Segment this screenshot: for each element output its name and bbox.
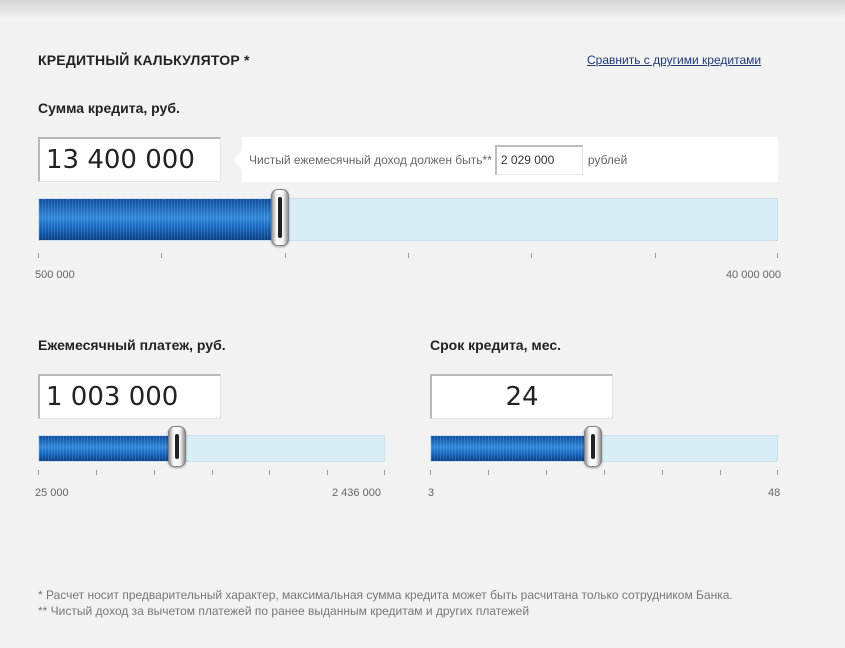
- compare-credits-link[interactable]: Сравнить с другими кредитами: [587, 53, 761, 67]
- loan-term-slider-fill: [431, 436, 593, 461]
- scale-tick: [654, 253, 656, 258]
- loan-amount-input[interactable]: 13 400 000: [38, 137, 221, 182]
- scale-tick: [777, 470, 778, 475]
- scale-tick: [269, 470, 271, 475]
- monthly-payment-max-label: 2 436 000: [332, 487, 381, 499]
- income-unit-label: рублей: [587, 152, 628, 167]
- monthly-payment-ticks: [38, 470, 385, 476]
- loan-term-slider-handle[interactable]: [583, 426, 602, 467]
- loan-amount-slider-fill: [39, 199, 281, 240]
- scale-tick: [408, 253, 409, 258]
- scale-tick: [487, 470, 489, 475]
- scale-tick: [95, 470, 97, 475]
- scale-tick: [284, 253, 286, 258]
- scale-tick: [211, 470, 213, 475]
- scale-tick: [153, 470, 155, 475]
- scale-tick: [430, 470, 431, 475]
- loan-amount-slider-handle[interactable]: [271, 189, 290, 246]
- income-hint-text: Чистый ежемесячный доход должен быть**: [249, 152, 492, 167]
- scale-tick: [545, 470, 547, 475]
- scale-tick: [384, 470, 385, 475]
- scale-tick: [720, 470, 721, 475]
- loan-term-max-label: 48: [768, 487, 781, 499]
- loan-term-slider-track[interactable]: [430, 426, 778, 467]
- monthly-payment-slider-handle[interactable]: [168, 426, 186, 467]
- top-shadow: [0, 0, 845, 18]
- monthly-payment-min-label: 25 000: [35, 487, 69, 499]
- loan-amount-min-label: 500 000: [35, 269, 75, 281]
- loan-amount-ticks: [38, 253, 778, 259]
- loan-term-input[interactable]: 24: [430, 374, 613, 419]
- loan-term-min-label: 3: [428, 487, 435, 499]
- scale-tick: [604, 470, 605, 475]
- loan-amount-label: Сумма кредита, руб.: [38, 100, 180, 116]
- scale-tick: [38, 470, 39, 475]
- monthly-payment-label: Ежемесячный платеж, руб.: [38, 337, 226, 353]
- loan-term-label: Срок кредита, мес.: [430, 337, 562, 353]
- scale-tick: [327, 470, 329, 475]
- monthly-payment-slider-fill: [39, 436, 177, 461]
- monthly-payment-input[interactable]: 1 003 000: [38, 374, 221, 419]
- scale-tick: [531, 253, 533, 258]
- scale-tick: [777, 253, 778, 258]
- scale-tick: [661, 470, 663, 475]
- scale-tick: [161, 253, 163, 258]
- monthly-payment-slider-track[interactable]: [38, 426, 385, 467]
- loan-amount-slider-track[interactable]: [38, 189, 778, 246]
- footnote-preliminary: * Расчет носит предварительный характер,…: [38, 588, 733, 602]
- footnote-net-income: ** Чистый доход за вычетом платежей по р…: [38, 604, 530, 618]
- required-income-field[interactable]: 2 029 000: [494, 144, 583, 175]
- income-hint-panel: Чистый ежемесячный доход должен быть** 2…: [242, 137, 778, 182]
- loan-term-ticks: [430, 470, 778, 476]
- loan-amount-max-label: 40 000 000: [725, 269, 781, 281]
- calculator-title: КРЕДИТНЫЙ КАЛЬКУЛЯТОР *: [38, 52, 250, 68]
- scale-tick: [38, 253, 39, 258]
